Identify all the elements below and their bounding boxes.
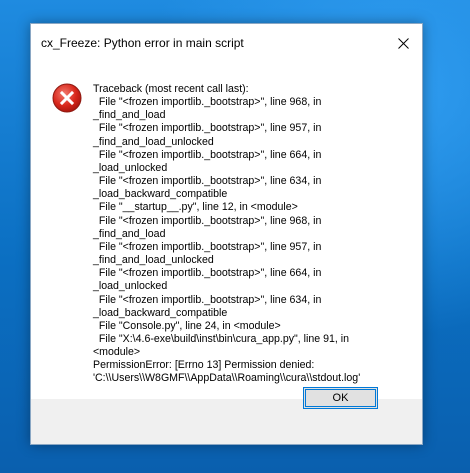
window-title: cx_Freeze: Python error in main script	[41, 36, 244, 50]
error-dialog: cx_Freeze: Python error in main script T…	[30, 23, 423, 445]
error-icon	[52, 83, 82, 113]
close-icon	[397, 37, 409, 49]
error-message: Traceback (most recent call last): File …	[93, 83, 361, 385]
title-bar[interactable]: cx_Freeze: Python error in main script	[31, 24, 422, 62]
ok-button[interactable]: OK	[303, 387, 378, 409]
close-button[interactable]	[384, 24, 422, 62]
